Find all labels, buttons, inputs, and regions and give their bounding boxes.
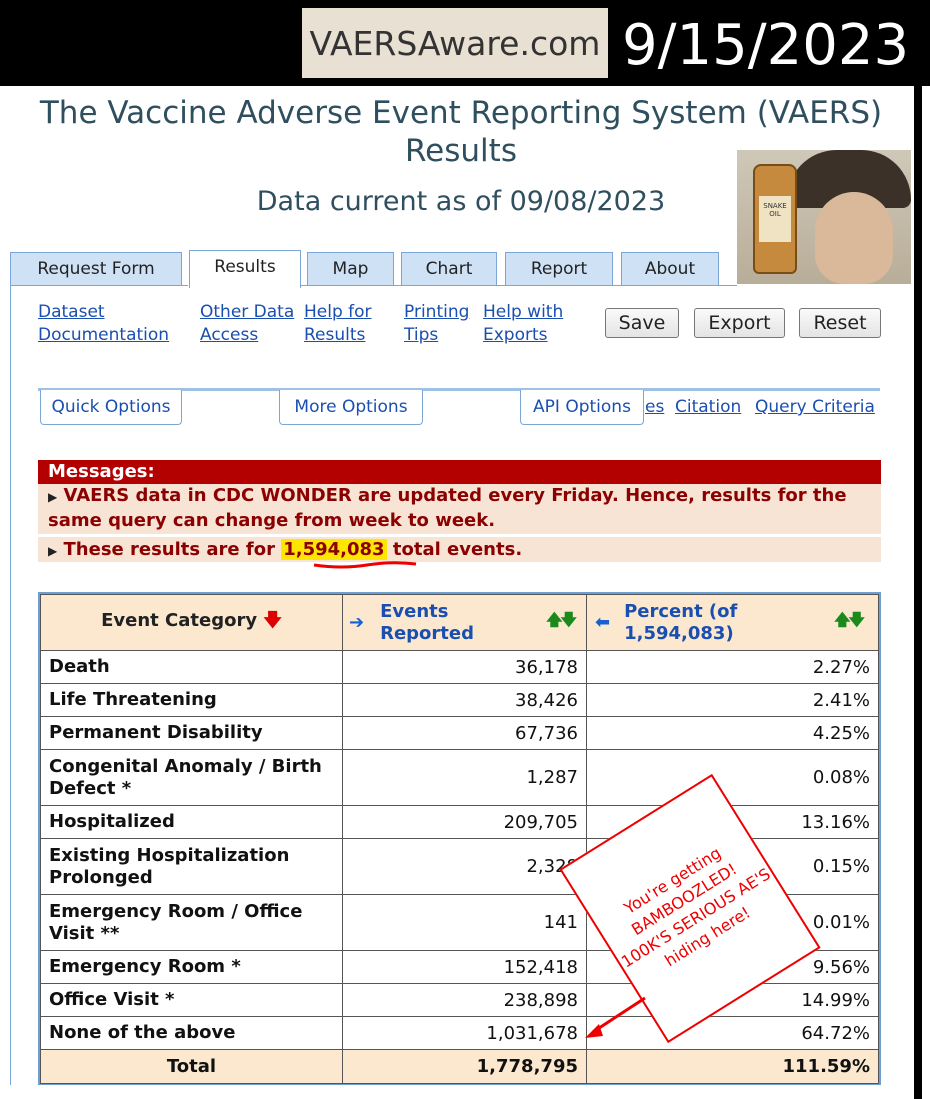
citation-link[interactable]: Citation bbox=[675, 396, 741, 419]
triangle-icon: ▶ bbox=[48, 490, 58, 504]
table-row: Life Threatening 38,426 2.41% bbox=[40, 683, 879, 717]
bottle-label: SNAKE OIL bbox=[759, 196, 791, 242]
messages-heading: Messages: bbox=[38, 460, 881, 484]
top-banner: VAERSAware.com 9/15/2023 bbox=[0, 0, 930, 86]
tab-report[interactable]: Report bbox=[505, 252, 613, 286]
help-for-results-link[interactable]: Help for Results bbox=[304, 301, 372, 347]
brand-label: VAERSAware.com bbox=[302, 8, 608, 78]
notes-link-partial[interactable]: es bbox=[645, 396, 664, 419]
events-header[interactable]: ➔ Events Reported 🡅🡇 bbox=[342, 594, 587, 651]
table-row: Congenital Anomaly / Birth Defect * 1,28… bbox=[40, 749, 879, 806]
export-button[interactable]: Export bbox=[694, 308, 785, 338]
table-row: Permanent Disability 67,736 4.25% bbox=[40, 716, 879, 750]
triangle-icon: ▶ bbox=[48, 544, 58, 558]
message-total-events: ▶ These results are for 1,594,083 total … bbox=[38, 537, 881, 562]
message-update-notice: ▶ VAERS data in CDC WONDER are updated e… bbox=[38, 484, 881, 534]
tab-chart[interactable]: Chart bbox=[401, 252, 497, 286]
tab-about[interactable]: About bbox=[621, 252, 719, 286]
dataset-documentation-link[interactable]: Dataset Documentation bbox=[38, 301, 169, 347]
sort-updown-icon[interactable]: 🡅🡇 bbox=[834, 609, 865, 636]
arrow-right-icon: ➔ bbox=[349, 612, 365, 633]
reset-button[interactable]: Reset bbox=[799, 308, 881, 338]
tab-bar: Request Form Results Map Chart Report Ab… bbox=[10, 250, 880, 288]
banner-date: 9/15/2023 bbox=[622, 13, 910, 78]
tab-map[interactable]: Map bbox=[307, 252, 394, 286]
sort-down-icon[interactable]: 🡇 bbox=[263, 610, 282, 631]
category-header[interactable]: Event Category 🡇 bbox=[40, 594, 343, 651]
table-row: None of the above 1,031,678 64.72% bbox=[40, 1016, 879, 1050]
total-events-highlight: 1,594,083 bbox=[281, 539, 387, 560]
more-options-tab[interactable]: More Options bbox=[279, 390, 423, 425]
sort-updown-icon[interactable]: 🡅🡇 bbox=[546, 609, 577, 636]
results-table: Event Category 🡇 ➔ Events Reported 🡅🡇 ⬅ bbox=[38, 592, 881, 1085]
red-underline-mark bbox=[313, 561, 417, 569]
tab-results[interactable]: Results bbox=[189, 250, 301, 288]
quick-options-tab[interactable]: Quick Options bbox=[40, 390, 182, 425]
help-with-exports-link[interactable]: Help with Exports bbox=[483, 301, 563, 347]
table-row: Death 36,178 2.27% bbox=[40, 650, 879, 684]
arrow-left-icon: ⬅ bbox=[595, 612, 611, 633]
percent-header[interactable]: ⬅ Percent (of 1,594,083) 🡅🡇 bbox=[586, 594, 879, 651]
api-options-tab[interactable]: API Options bbox=[520, 390, 644, 425]
table-header-row: Event Category 🡇 ➔ Events Reported 🡅🡇 ⬅ bbox=[40, 594, 879, 651]
table-row: Hospitalized 209,705 13.16% bbox=[40, 805, 879, 839]
printing-tips-link[interactable]: Printing Tips bbox=[404, 301, 469, 347]
query-criteria-link[interactable]: Query Criteria bbox=[755, 396, 875, 419]
other-data-access-link[interactable]: Other Data Access bbox=[200, 301, 294, 347]
total-row: Total 1,778,795 111.59% bbox=[40, 1049, 879, 1084]
save-button[interactable]: Save bbox=[605, 308, 679, 338]
tab-request-form[interactable]: Request Form bbox=[10, 252, 182, 286]
red-arrow-icon bbox=[585, 996, 646, 1038]
